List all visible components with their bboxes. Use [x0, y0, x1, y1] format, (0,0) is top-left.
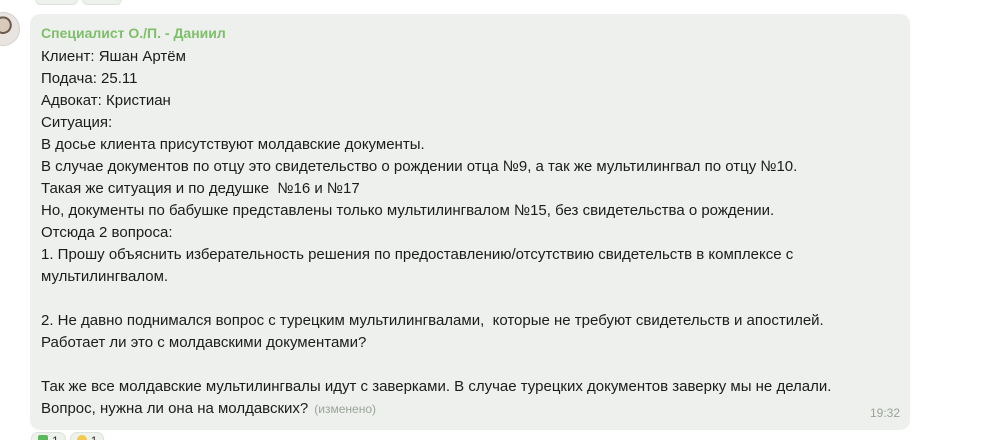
- message-text: Вопрос, нужна ли она на молдавских?: [41, 400, 309, 417]
- reactions-bar: 1 1: [31, 432, 105, 440]
- message-line: 2. Не давно поднимался вопрос с турецким…: [41, 312, 824, 329]
- message-line: Такая же ситуация и по дедушке №16 и №17: [41, 180, 360, 197]
- message-bubble[interactable]: Специалист О./П. - Даниил Клиент: Яшан А…: [30, 14, 910, 430]
- check-mark-icon: [38, 435, 48, 440]
- reaction-count: 1: [91, 435, 98, 440]
- thumbs-up-icon: [76, 435, 87, 440]
- message-line: В досье клиента присутствуют молдавские …: [41, 136, 425, 153]
- message-line: Ситуация:: [41, 114, 113, 131]
- message-line: Работает ли это с молдавскими документам…: [41, 334, 367, 351]
- reaction-count: 1: [52, 435, 59, 440]
- edited-label: (изменено): [314, 402, 376, 416]
- message-line: Подача: 25.11: [41, 70, 138, 87]
- message-time: 19:32: [869, 406, 900, 420]
- message-line: Адвокат: Кристиан: [41, 92, 171, 109]
- chat-view: Специалист О./П. - Даниил Клиент: Яшан А…: [0, 0, 985, 440]
- message-line: 1. Прошу объяснить изберательность решен…: [41, 246, 794, 263]
- previous-reaction-chip[interactable]: [82, 0, 122, 5]
- message-line: Так же все молдавские мультилингвалы иду…: [41, 378, 832, 395]
- sender-avatar[interactable]: [0, 12, 20, 46]
- previous-reaction-chip[interactable]: [35, 0, 78, 5]
- message-line: Но, документы по бабушке представлены то…: [41, 202, 775, 219]
- message-body: Клиент: Яшан Артём Подача: 25.11 Адвокат…: [41, 46, 899, 420]
- message-line: Клиент: Яшан Артём: [41, 48, 186, 65]
- reaction-thumbs-up[interactable]: 1: [69, 432, 105, 440]
- message-line-last: Вопрос, нужна ли она на молдавских? (изме…: [41, 398, 899, 420]
- reaction-check[interactable]: 1: [31, 432, 66, 440]
- message-line: Отсюда 2 вопроса:: [41, 224, 173, 241]
- sender-name[interactable]: Специалист О./П. - Даниил: [41, 24, 899, 42]
- message-line: мультилингвалом.: [41, 268, 169, 285]
- message-line: В случае документов по отцу это свидетел…: [41, 158, 798, 175]
